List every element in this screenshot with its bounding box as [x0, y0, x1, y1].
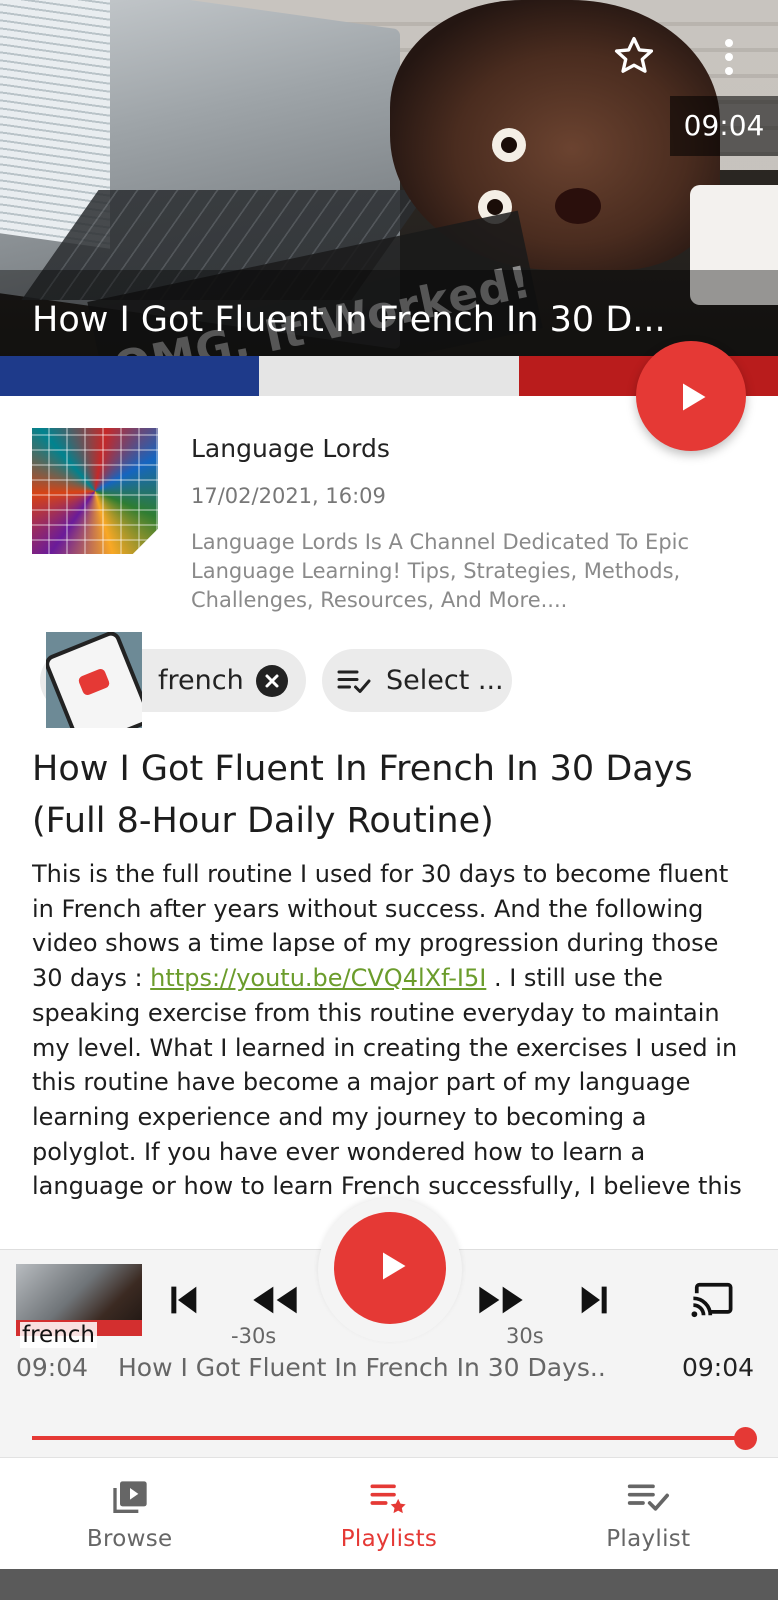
favorite-star-button[interactable] — [612, 34, 656, 78]
rewind-icon — [253, 1286, 297, 1314]
close-icon — [265, 674, 279, 688]
description-link[interactable]: https://youtu.be/CVQ4lXf-I5I — [150, 964, 486, 992]
forward-label: 30s — [506, 1324, 544, 1348]
more-vert-icon — [714, 39, 744, 75]
rewind-label: -30s — [231, 1324, 277, 1348]
hero-mouth-graphic — [555, 188, 601, 224]
fast-forward-icon — [479, 1286, 523, 1314]
playback-progress-bar[interactable] — [32, 1436, 746, 1440]
rewind-30-button[interactable] — [250, 1280, 300, 1324]
nav-browse[interactable]: Browse — [0, 1458, 259, 1569]
hero-eye-graphic — [492, 128, 526, 162]
video-description: This is the full routine I used for 30 d… — [32, 857, 752, 1249]
skip-next-button[interactable] — [575, 1280, 615, 1324]
publish-date: 17/02/2021, 16:09 — [191, 484, 386, 508]
video-hero[interactable]: OMG, It Worked! How I Got Fluent In Fren… — [0, 0, 778, 396]
play-icon — [383, 1252, 406, 1280]
play-icon — [683, 383, 706, 411]
player-playlist-label: french — [20, 1322, 97, 1348]
video-title: How I Got Fluent In French In 30 Days (F… — [32, 749, 693, 841]
channel-description: Language Lords Is A Channel Dedicated To… — [191, 530, 690, 612]
video-duration: 09:04 — [670, 96, 778, 156]
cast-icon — [690, 1282, 733, 1321]
nav-label: Browse — [86, 1526, 173, 1552]
skip-previous-icon — [171, 1286, 197, 1314]
bottom-navigation: Browse Playlists Playlist — [0, 1457, 778, 1569]
cast-button[interactable] — [690, 1280, 734, 1324]
playlist-check-icon — [628, 1484, 670, 1511]
browse-icon — [112, 1481, 147, 1513]
play-fab-button[interactable] — [636, 341, 746, 451]
remove-tag-button[interactable] — [256, 665, 288, 697]
skip-next-icon — [581, 1286, 607, 1314]
playlist-check-icon — [337, 670, 371, 693]
select-chip-label: Select ... — [386, 665, 504, 696]
now-playing-title: How I Got Fluent In French In 30 Days.. — [118, 1353, 606, 1382]
tag-chip-thumbnail — [46, 632, 142, 728]
nav-label: Playlists — [340, 1526, 438, 1552]
system-navigation-bar — [0, 1569, 778, 1600]
skip-previous-button[interactable] — [163, 1280, 203, 1324]
description-text: . I still use the speaking exercise from… — [32, 964, 742, 1201]
tag-chip-label: french — [158, 665, 244, 696]
total-time: 09:04 — [682, 1353, 755, 1382]
mini-player: french -30s 30s 09:04 How I Got Fluent I… — [0, 1198, 778, 1457]
nav-playlists[interactable]: Playlists — [259, 1458, 518, 1569]
nav-label: Playlist — [606, 1526, 691, 1552]
more-options-button[interactable] — [714, 36, 744, 76]
select-playlist-chip[interactable]: Select ... — [322, 649, 512, 712]
channel-name[interactable]: Language Lords — [191, 434, 390, 463]
nav-playlist[interactable]: Playlist — [519, 1458, 778, 1569]
player-play-button[interactable] — [334, 1212, 446, 1324]
forward-30-button[interactable] — [476, 1280, 526, 1324]
playback-progress-handle[interactable] — [734, 1427, 757, 1450]
hero-title: How I Got Fluent In French In 30 D... — [32, 300, 666, 340]
elapsed-time: 09:04 — [16, 1353, 89, 1382]
star-icon — [614, 36, 654, 73]
playlists-star-icon — [370, 1484, 406, 1514]
channel-avatar[interactable] — [32, 428, 158, 554]
